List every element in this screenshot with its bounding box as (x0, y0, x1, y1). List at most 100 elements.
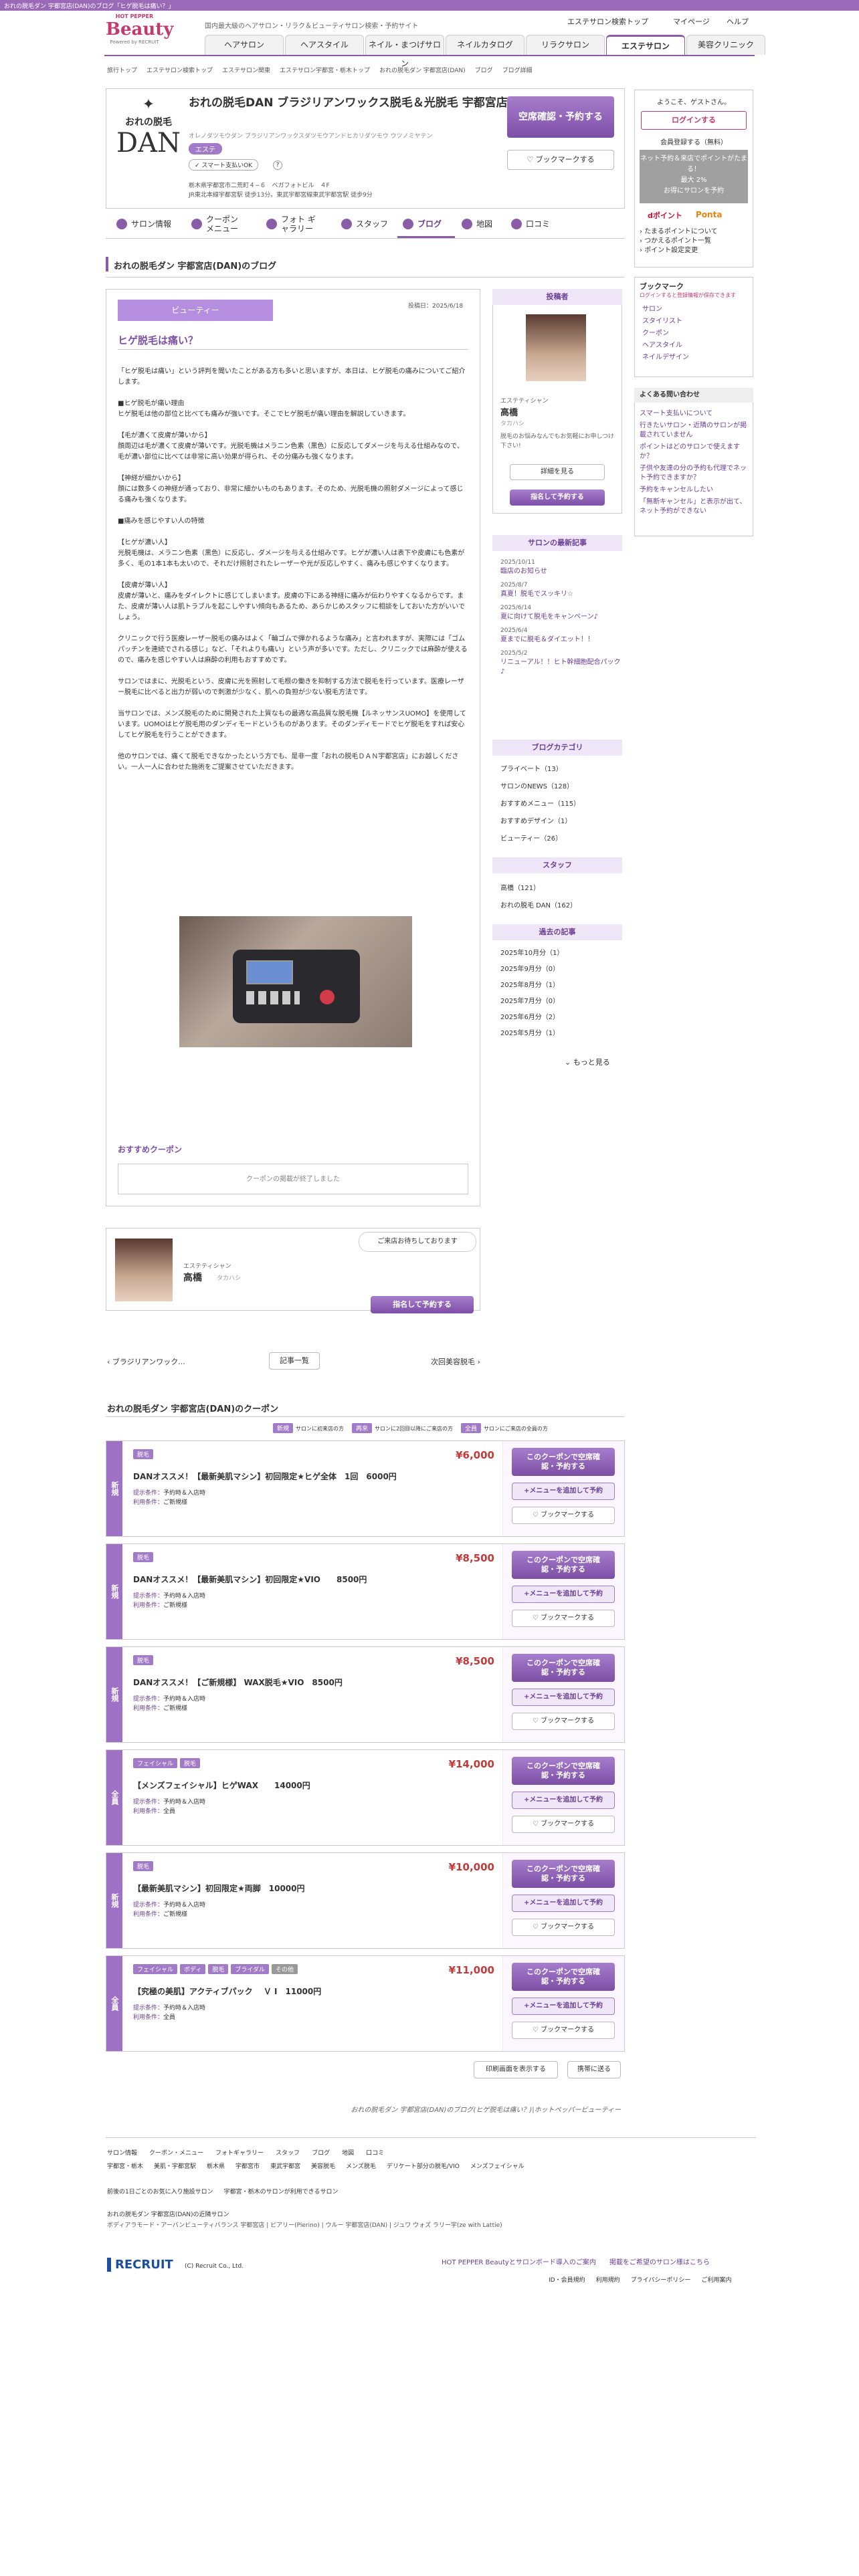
coupon-add-menu-button[interactable]: +メニューを追加して予約 (512, 1998, 615, 2015)
coupon-name[interactable]: 【メンズフェイシャル】ヒゲWAX 14000円 (133, 1780, 494, 1791)
archive-item[interactable]: 2025年6月分（2） (500, 1010, 564, 1026)
recent-item[interactable]: 2025/6/4 夏までに脱毛＆ダイエット！！ (500, 626, 621, 645)
archive-item[interactable]: 2025年5月分（1） (500, 1026, 564, 1042)
footer-legal-link[interactable]: ID・会員規約 (549, 2275, 585, 2284)
coupon-bookmark-button[interactable]: ♡ ブックマークする (512, 1610, 615, 1627)
coupon-reserve-button[interactable]: このクーポンで空席確認・予約する (512, 1551, 615, 1579)
bookmark-link[interactable]: クーポン (642, 328, 689, 340)
footer-link[interactable]: クーポン・メニュー (149, 2148, 203, 2157)
breadcrumb-item[interactable]: 旅行トップ (107, 66, 137, 74)
reserve-button[interactable]: 空席確認・予約する (507, 96, 614, 138)
footer-link[interactable]: 地図 (342, 2148, 354, 2157)
coupon-name[interactable]: DANオススメ！【ご新規様】 WAX脱毛★VIO 8500円 (133, 1677, 494, 1688)
category-item[interactable]: ビューティー（26） (500, 831, 580, 848)
coupon-bookmark-button[interactable]: ♡ ブックマークする (512, 2022, 615, 2039)
bookmark-link[interactable]: ネイルデザイン (642, 352, 689, 364)
breadcrumb-item[interactable]: おれの脱毛ダン 宇都宮店(DAN) (379, 66, 466, 74)
breadcrumb-item[interactable]: エステサロン宇都宮・栃木トップ (280, 66, 370, 74)
category-item[interactable]: プライベート（13） (500, 761, 580, 778)
footer-legal-link[interactable]: ご利用案内 (701, 2275, 731, 2284)
shop-tab-blog[interactable]: ブログ (397, 211, 455, 238)
shop-tab-staff[interactable]: スタッフ (336, 211, 396, 238)
coupon-bookmark-button[interactable]: ♡ ブックマークする (512, 1919, 615, 1936)
coupon-add-menu-button[interactable]: +メニューを追加して予約 (512, 1792, 615, 1809)
logo[interactable]: HOT PEPPER Beauty Powered by RECRUIT (106, 13, 173, 55)
coupon-add-menu-button[interactable]: +メニューを追加して予約 (512, 1586, 615, 1603)
breadcrumb-item[interactable]: ブログ (475, 66, 493, 74)
point-banner[interactable]: ネット予約＆来店でポイントがたまる！ 最大 2% お得にサロンを予約 (640, 150, 748, 203)
faq-item[interactable]: 「無断キャンセル」と表示が出て、ネット予約ができない (640, 498, 749, 516)
coupon-bookmark-button[interactable]: ♡ ブックマークする (512, 1816, 615, 1833)
coupon-add-menu-button[interactable]: +メニューを追加して予約 (512, 1689, 615, 1706)
breadcrumb-item[interactable]: エステサロン関東 (222, 66, 270, 74)
help-icon[interactable]: ? (273, 160, 282, 170)
archive-item[interactable]: 2025年10月分（1） (500, 946, 564, 962)
tab-hairstyle[interactable]: ヘアスタイル (285, 35, 364, 55)
bookmark-button[interactable]: ♡ ブックマークする (507, 150, 614, 170)
coupon-reserve-button[interactable]: このクーポンで空席確認・予約する (512, 1654, 615, 1682)
breadcrumb-item[interactable]: エステサロン検索トップ (147, 66, 213, 74)
tab-nail[interactable]: ネイル・まつげサロン (365, 35, 444, 68)
shop-tab-review[interactable]: 口コミ (506, 211, 559, 238)
footer-link[interactable]: 栃木県 (207, 2161, 225, 2170)
faq-item[interactable]: スマート支払いについて (640, 409, 749, 419)
bookmark-link[interactable]: ヘアスタイル (642, 340, 689, 352)
staff-item[interactable]: おれの脱毛 DAN（162） (500, 897, 577, 915)
footer-link[interactable]: フォトギャラリー (215, 2148, 264, 2157)
post-category[interactable]: ビューティー (118, 300, 273, 321)
staff-item[interactable]: 高橋（121） (500, 880, 577, 897)
coupon-reserve-button[interactable]: このクーポンで空席確認・予約する (512, 1860, 615, 1888)
footer-link[interactable]: 美肌・宇都宮駅 (154, 2161, 196, 2170)
faq-item[interactable]: 行きたいサロン・近隣のサロンが掲載されていません (640, 421, 749, 440)
poster-nominate-button[interactable]: 指名して予約する (510, 490, 605, 506)
shop-tab-photo[interactable]: フォト ギャラリー (261, 211, 335, 238)
coupon-reserve-button[interactable]: このクーポンで空席確認・予約する (512, 1757, 615, 1785)
faq-item[interactable]: ポイントはどのサロンで使えますか？ (640, 443, 749, 461)
point-link[interactable]: › たまるポイントについて (640, 227, 718, 237)
point-link[interactable]: › ポイント設定変更 (640, 246, 718, 255)
coupon-name[interactable]: DANオススメ！【最新美肌マシン】初回限定★ヒゲ全体 1回 6000円 (133, 1471, 494, 1482)
coupon-reserve-button[interactable]: このクーポンで空席確認・予約する (512, 1448, 615, 1476)
next-post-link[interactable]: 次回美容脱毛 › (431, 1356, 480, 1367)
coupon-add-menu-button[interactable]: +メニューを追加して予約 (512, 1483, 615, 1500)
point-link[interactable]: › つかえるポイント一覧 (640, 237, 718, 246)
header-link-search[interactable]: エステサロン検索トップ (567, 16, 648, 27)
shop-tab-salon[interactable]: サロン情報 (111, 211, 185, 238)
tab-relax[interactable]: リラクサロン (526, 35, 605, 55)
footer-legal-link[interactable]: 利用規約 (596, 2275, 620, 2284)
print-button[interactable]: 印刷画面を表示する (474, 2061, 558, 2078)
footer-right-link[interactable]: 掲載をご希望のサロン様はこちら (609, 2256, 710, 2266)
recent-item[interactable]: 2025/6/14 夏に向けて脱毛をキャンペーン♪ (500, 603, 621, 622)
footer-link[interactable]: サロン情報 (107, 2148, 137, 2157)
footer-link[interactable]: 宇都宮・栃木のサロンが利用できるサロン (224, 2187, 339, 2195)
post-list-button[interactable]: 記事一覧 (269, 1352, 320, 1370)
prev-post-link[interactable]: ‹ ブラジリアンワック... (107, 1356, 185, 1367)
shop-tab-map[interactable]: 地図 (456, 211, 504, 238)
bookmark-link[interactable]: スタイリスト (642, 316, 689, 328)
recent-item[interactable]: 2025/5/2 リニューアル！！ヒト幹細胞配合パック♪ (500, 649, 621, 677)
tab-clinic[interactable]: 美容クリニック (686, 35, 765, 55)
category-item[interactable]: おすすめデザイン（1） (500, 813, 580, 831)
related-text[interactable]: ボディアラモード・アーバンビューティバランス 宇都宮店 | ピアリー(Pieri… (107, 2220, 502, 2229)
login-button[interactable]: ログインする (641, 111, 747, 130)
category-item[interactable]: サロンのNEWS（128） (500, 778, 580, 796)
footer-link[interactable]: メンズ脱毛 (346, 2161, 376, 2170)
send-mobile-button[interactable]: 携帯に送る (567, 2061, 621, 2078)
coupon-bookmark-button[interactable]: ♡ ブックマークする (512, 1507, 615, 1524)
tab-hair[interactable]: ヘアサロン (205, 35, 284, 55)
tab-esthe[interactable]: エステサロン (606, 35, 685, 56)
coupon-reserve-button[interactable]: このクーポンで空席確認・予約する (512, 1963, 615, 1991)
coupon-name[interactable]: 【究極の美肌】アクティブパック Ｖ I 11000円 (133, 1985, 494, 1997)
shop-tab-coupon[interactable]: クーポン メニュー (186, 211, 260, 238)
faq-item[interactable]: 予約をキャンセルしたい (640, 486, 749, 495)
footer-link[interactable]: 前後の1日ごとのお気に入り施設サロン (107, 2187, 213, 2195)
footer-link[interactable]: 美容脱毛 (311, 2161, 335, 2170)
footer-link[interactable]: 宇都宮・栃木 (107, 2161, 143, 2170)
faq-item[interactable]: 子供や友達の分の予約も代理でネット予約できますか？ (640, 464, 749, 483)
footer-link[interactable]: メンズフェイシャル (470, 2161, 524, 2170)
footer-link[interactable]: 口コミ (366, 2148, 384, 2157)
footer-link[interactable]: スタッフ (276, 2148, 300, 2157)
recent-item[interactable]: 2025/8/7 真夏！脱毛でスッキリ☆ (500, 580, 621, 599)
more-link[interactable]: ⌄ もっと見る (565, 1057, 610, 1067)
archive-item[interactable]: 2025年9月分（0） (500, 962, 564, 978)
